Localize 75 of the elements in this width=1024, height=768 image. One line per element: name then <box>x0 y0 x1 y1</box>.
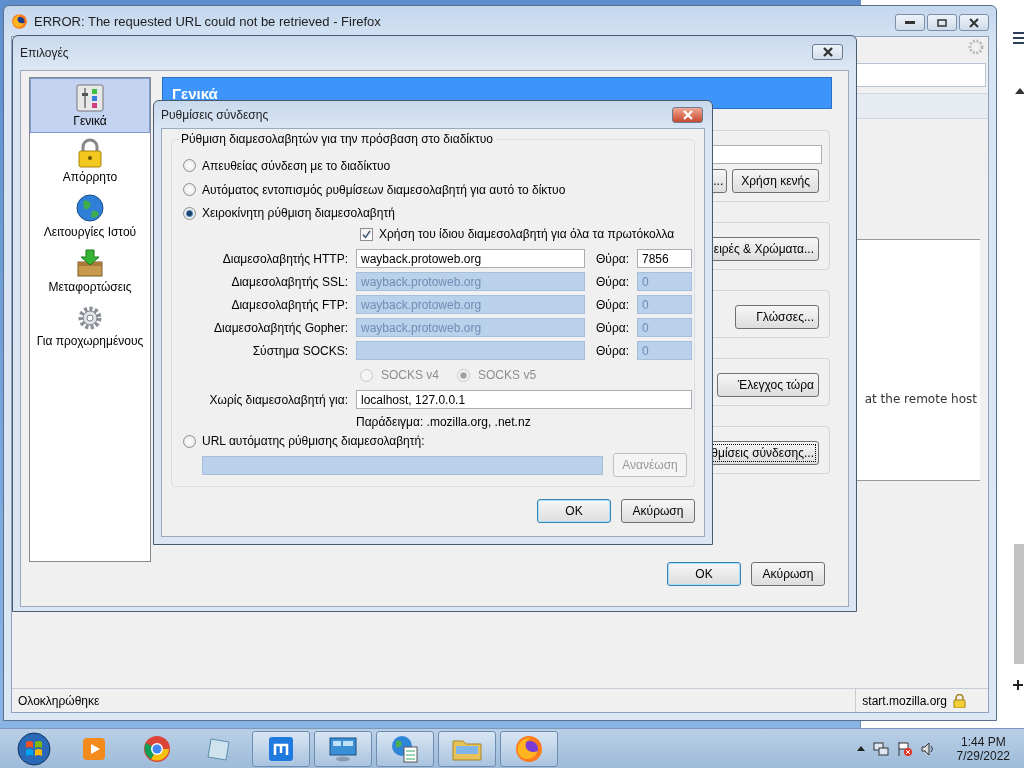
category-item[interactable]: Για προχωρημένους <box>30 298 150 353</box>
minimize-button[interactable] <box>895 14 925 31</box>
field-label: Χωρίς διαμεσολαβητή για: <box>208 392 348 407</box>
status-text: Ολοκληρώθηκε <box>18 693 100 708</box>
minimize-icon <box>905 20 915 25</box>
list-icon[interactable] <box>1013 32 1024 44</box>
sliders-icon <box>76 83 104 112</box>
button[interactable]: Γλώσσες... <box>735 305 819 329</box>
globe-icon <box>75 192 105 223</box>
plus-icon[interactable] <box>1013 680 1023 690</box>
radio-label: URL αυτόματης ρύθμισης διαμεσολαβητή: <box>202 434 425 449</box>
radio-button[interactable] <box>183 183 196 197</box>
category-item[interactable]: Γενικά <box>30 78 150 133</box>
field-label: Διαμεσολαβητής SSL: <box>230 274 348 289</box>
checkbox-label: Χρήση του ίδιου διαμεσολαβητή για όλα τα πρωτόκολλα <box>379 227 675 242</box>
close-icon <box>681 109 694 120</box>
clock[interactable]: 1:44 PM 7/29/2022 <box>956 734 1010 763</box>
button[interactable]: Χρήση κενής <box>732 169 819 193</box>
colored-circle-icon[interactable] <box>142 733 172 764</box>
button[interactable]: Ακύρωση <box>751 562 825 586</box>
padlock-icon <box>77 137 103 168</box>
radio-label: SOCKS v4 <box>381 368 440 383</box>
button[interactable]: Έλεγχος τώρα <box>716 373 819 397</box>
app-logo-icon[interactable] <box>267 734 295 763</box>
radio-label: Απευθείας σύνδεση με το διαδίκτυο <box>202 158 391 173</box>
field-label: Θύρα: <box>595 320 629 335</box>
maximize-icon <box>937 18 947 27</box>
radio-label: Χειροκίνητη ρύθμιση διαμεσολαβητή <box>202 206 395 221</box>
field-label: Θύρα: <box>595 297 629 312</box>
maximize-button[interactable] <box>927 14 957 31</box>
dialog-title: Ρυθμίσεις σύνδεσης <box>161 107 269 122</box>
address-field[interactable] <box>856 63 986 87</box>
field-label: Θύρα: <box>595 251 629 266</box>
button[interactable]: OK <box>537 499 611 523</box>
button[interactable]: Ακύρωση <box>621 499 695 523</box>
group-title: Ρύθμιση διαμεσολαβητών για την πρόσβαση στο διαδίκτυο <box>178 132 496 146</box>
hint-text: Παράδειγμα: .mozilla.org, .net.nz <box>356 414 531 429</box>
category-item[interactable]: Απόρρητο <box>30 133 150 188</box>
field-label: Διαμεσολαβητής Gopher: <box>213 320 348 335</box>
caret-up-icon[interactable] <box>856 746 865 751</box>
field-label: Θύρα: <box>595 274 629 289</box>
padlock-icon <box>953 693 966 708</box>
category-item[interactable]: Λειτουργίες Ιστού <box>30 188 150 243</box>
field-label: Σύστημα SOCKS: <box>251 343 348 358</box>
globe-checklist-icon[interactable] <box>390 733 420 764</box>
field-label: Διαμεσολαβητής HTTP: <box>221 251 348 266</box>
scroll-up-icon[interactable] <box>1015 88 1024 94</box>
input-field[interactable] <box>712 145 822 164</box>
flag-icon[interactable] <box>896 740 913 757</box>
browser-logo-icon[interactable] <box>514 733 544 764</box>
category-item[interactable]: Μεταφορτώσεις <box>30 243 150 298</box>
radio-button[interactable] <box>183 159 196 173</box>
close-icon <box>821 47 834 57</box>
close-icon <box>968 17 980 28</box>
radio-label: SOCKS v5 <box>478 368 537 383</box>
monitor-icon[interactable] <box>328 734 358 763</box>
close-button[interactable] <box>959 14 989 31</box>
start-button[interactable] <box>16 730 52 767</box>
network-icon[interactable] <box>872 740 889 757</box>
field-label: Θύρα: <box>595 343 629 358</box>
page-text: at the remote host <box>864 392 977 406</box>
checkbox[interactable] <box>360 227 373 241</box>
download-box-icon <box>75 247 105 278</box>
field-label: Διαμεσολαβητής FTP: <box>230 297 348 312</box>
button[interactable]: OK <box>667 562 741 586</box>
no-proxy-field[interactable]: localhost, 127.0.0.1 <box>356 390 692 410</box>
radio-label: Αυτόματος εντοπισμός ρυθμίσεων διαμεσολαβητή για αυτό το δίκτυο <box>202 182 566 197</box>
close-button[interactable] <box>812 44 843 60</box>
port-field[interactable]: 7856 <box>637 249 692 269</box>
status-url: start.mozilla.org <box>862 693 947 708</box>
browser-logo-icon <box>11 12 28 30</box>
radio-button[interactable] <box>183 207 196 220</box>
dialog-title: Επιλογές <box>20 46 69 60</box>
window-title: ERROR: The requested URL could not be retrieved - Firefox <box>34 13 381 29</box>
proxy-field[interactable]: wayback.protoweb.org <box>356 249 585 269</box>
